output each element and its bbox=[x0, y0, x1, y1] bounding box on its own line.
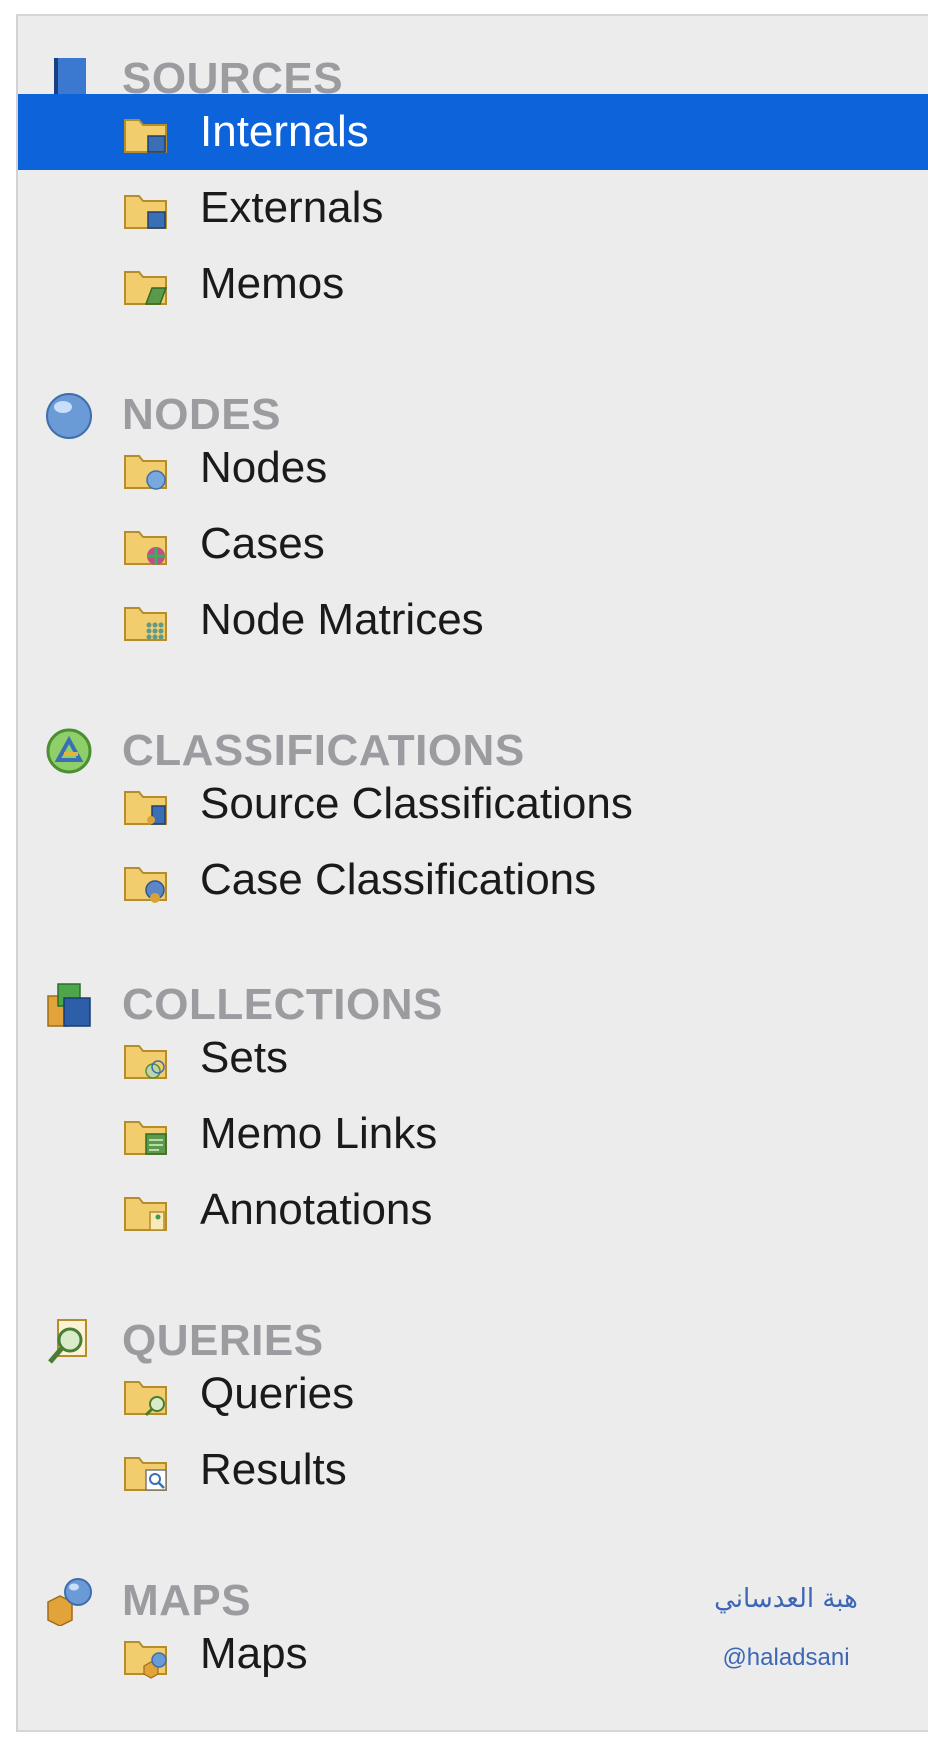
folder-memo-links-icon bbox=[124, 1121, 167, 1155]
watermark-arabic-name: هبة العدساني bbox=[714, 1584, 858, 1614]
sidebar-item-label: Maps bbox=[200, 1629, 308, 1678]
sidebar-item-label: Queries bbox=[200, 1369, 355, 1418]
sidebar-item-internals[interactable]: Internals bbox=[18, 94, 928, 170]
folder-matrices-icon bbox=[124, 607, 167, 641]
folder-memos-icon bbox=[124, 271, 168, 305]
folder-case-classifications-icon bbox=[124, 867, 167, 903]
folder-cases-icon bbox=[124, 531, 167, 565]
sidebar-item-externals[interactable]: Externals bbox=[18, 170, 928, 246]
sidebar-item-label: Case Classifications bbox=[200, 855, 597, 904]
sidebar-item-label: Externals bbox=[200, 183, 384, 232]
watermark-handle: @haladsani bbox=[722, 1644, 850, 1671]
sidebar-item-case-classifications[interactable]: Case Classifications bbox=[18, 842, 928, 918]
folder-nodes-icon bbox=[124, 455, 167, 490]
sidebar-item-label: Node Matrices bbox=[200, 595, 484, 644]
sidebar-item-label: Internals bbox=[200, 107, 369, 156]
sidebar-item-label: Source Classifications bbox=[200, 779, 633, 828]
sidebar-item-label: Nodes bbox=[200, 443, 328, 492]
sidebar-item-memos[interactable]: Memos bbox=[18, 246, 928, 322]
folder-externals-icon bbox=[124, 195, 167, 229]
sidebar-item-label: Results bbox=[200, 1445, 347, 1494]
sidebar-item-cases[interactable]: Cases bbox=[18, 506, 928, 582]
sidebar-item-label: Memos bbox=[200, 259, 345, 308]
folder-source-classifications-icon bbox=[124, 791, 167, 825]
sidebar-item-label: Cases bbox=[200, 519, 325, 568]
navigation-panel: SOURCES Internals Externals Memos NODES bbox=[16, 14, 928, 1732]
sidebar-item-label: Memo Links bbox=[200, 1109, 438, 1158]
sidebar-item-memo-links[interactable]: Memo Links bbox=[18, 1096, 928, 1172]
sidebar-item-source-classifications[interactable]: Source Classifications bbox=[18, 766, 928, 842]
sidebar-item-node-matrices[interactable]: Node Matrices bbox=[18, 582, 928, 658]
folder-results-icon bbox=[124, 1457, 167, 1491]
folder-maps-icon bbox=[124, 1641, 167, 1679]
sidebar-item-label: Sets bbox=[200, 1033, 289, 1082]
sidebar-item-annotations[interactable]: Annotations bbox=[18, 1172, 928, 1248]
sidebar-item-queries[interactable]: Queries bbox=[18, 1356, 928, 1432]
sidebar-item-results[interactable]: Results bbox=[18, 1432, 928, 1508]
sidebar-item-nodes[interactable]: Nodes bbox=[18, 430, 928, 506]
sidebar-item-label: Annotations bbox=[200, 1185, 433, 1234]
folder-annotations-icon bbox=[124, 1197, 167, 1231]
folder-queries-icon bbox=[124, 1381, 167, 1417]
folder-sets-icon bbox=[124, 1045, 167, 1079]
sidebar-item-sets[interactable]: Sets bbox=[18, 1020, 928, 1096]
folder-internals-icon bbox=[124, 119, 167, 153]
